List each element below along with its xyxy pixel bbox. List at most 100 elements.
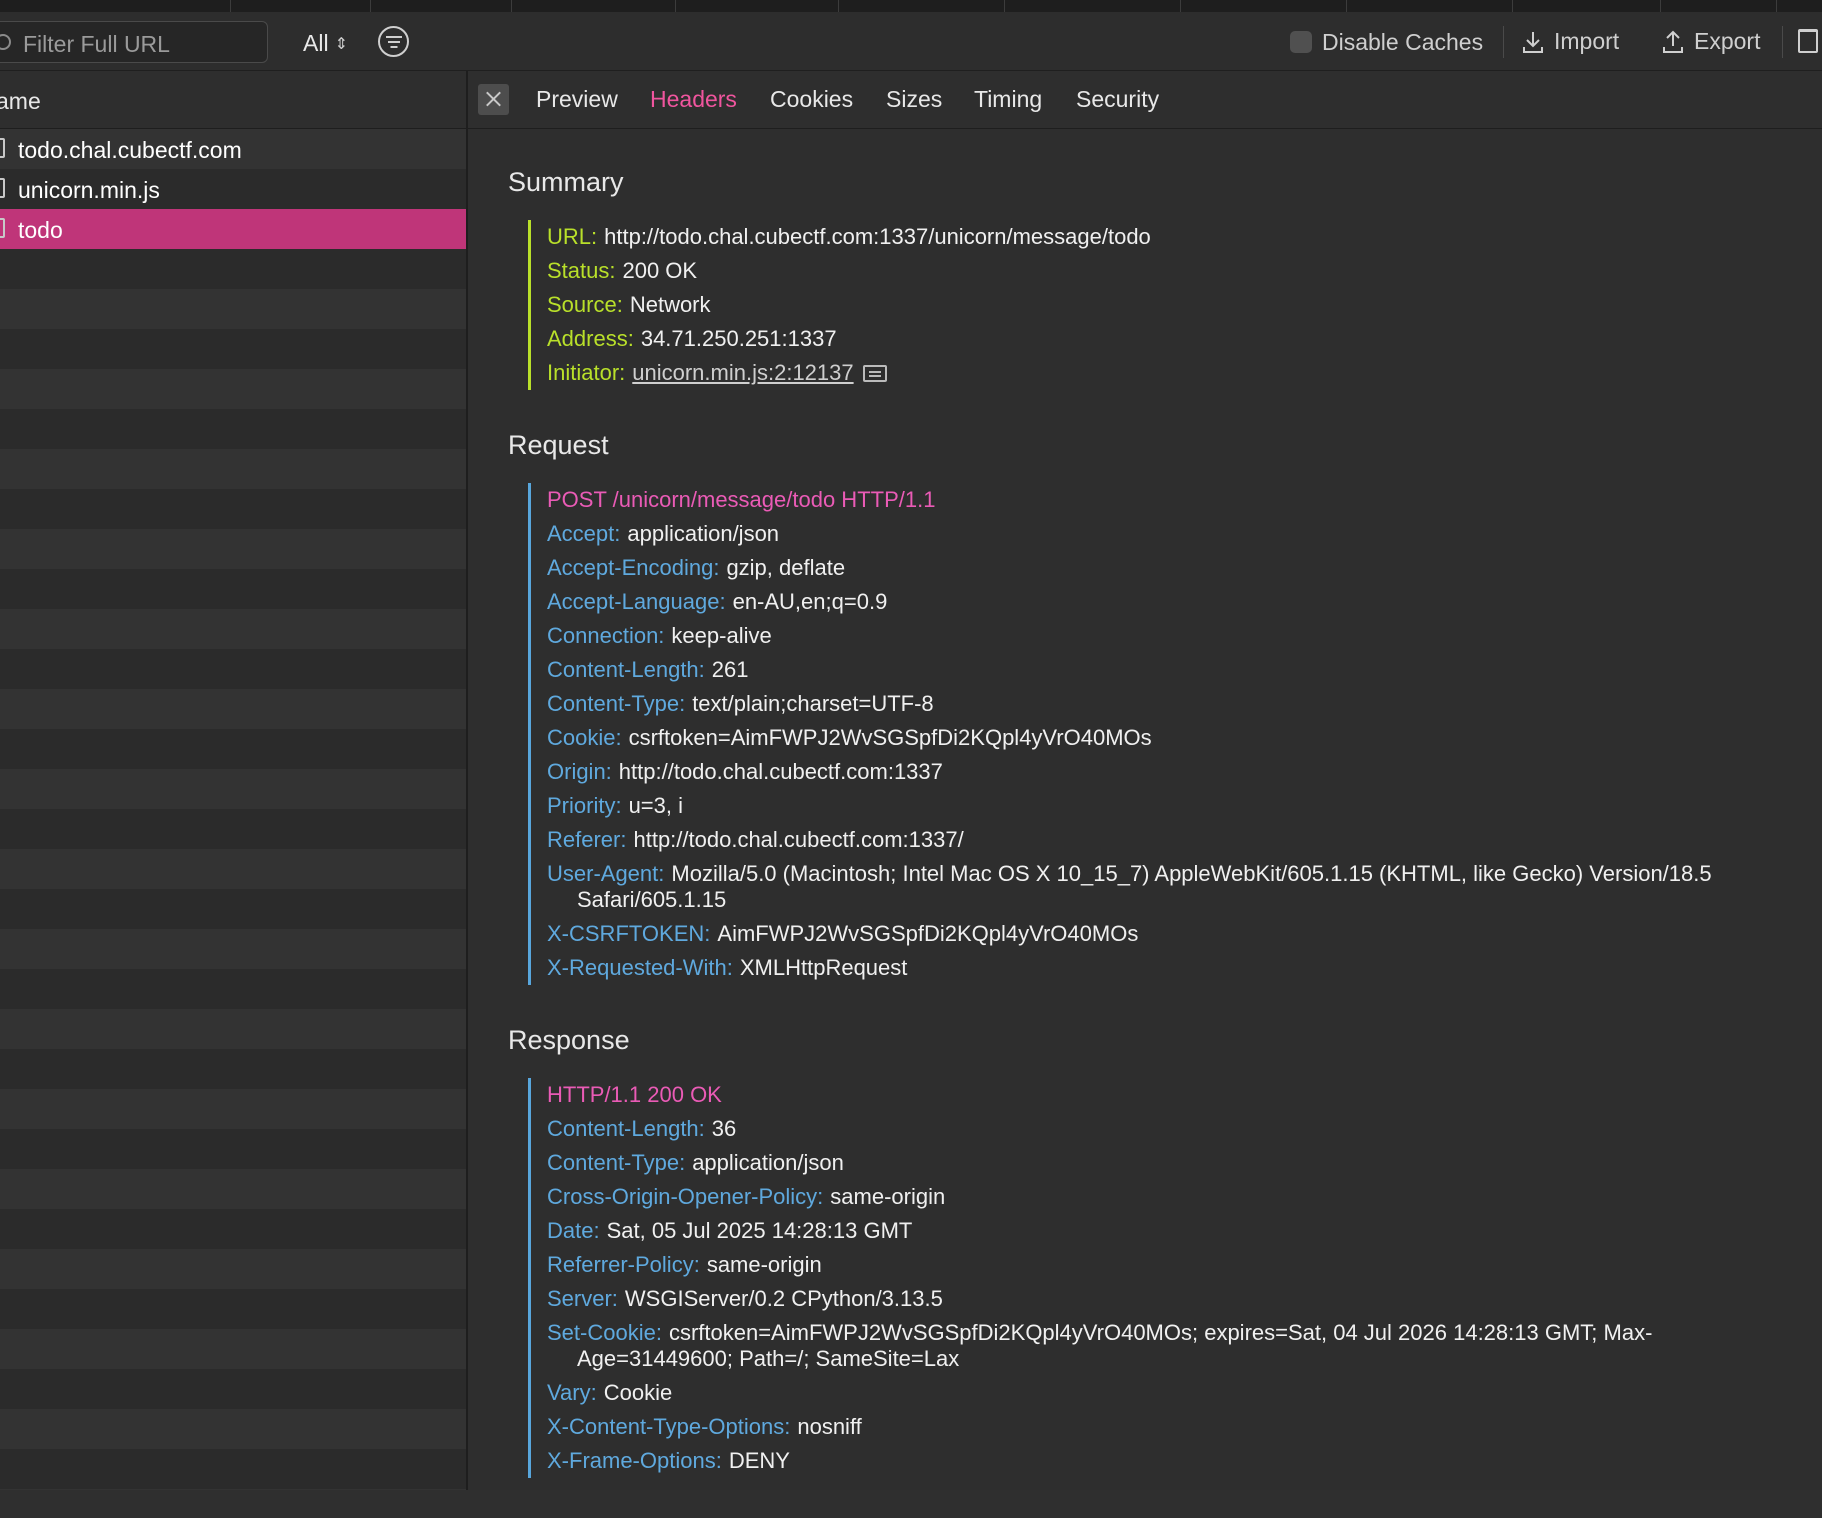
request-name: todo <box>18 217 63 243</box>
summary-value: http://todo.chal.cubectf.com:1337/unicor… <box>604 224 1151 249</box>
filter-search-icon <box>0 34 11 50</box>
header-row: Accept-Encoding: gzip, deflate <box>547 551 1808 585</box>
header-value: u=3, i <box>628 793 683 818</box>
header-value: same-origin <box>706 1252 822 1277</box>
section-title[interactable]: Request <box>508 430 1808 461</box>
header-value: gzip, deflate <box>726 555 846 580</box>
filter-placeholder: Filter Full URL <box>23 31 170 57</box>
toolbar-divider <box>1503 26 1504 58</box>
trash-icon[interactable] <box>1798 29 1818 53</box>
header-value: keep-alive <box>671 623 772 648</box>
import-icon <box>1523 31 1543 53</box>
file-icon <box>0 138 5 158</box>
empty-row <box>0 329 466 369</box>
request-row[interactable]: unicorn.min.js <box>0 169 466 209</box>
headers-content: Summary URL: http://todo.chal.cubectf.com… <box>508 167 1808 1518</box>
summary-source: Source: Network <box>547 288 1808 322</box>
header-row: X-CSRFTOKEN: AimFWPJ2WvSGSpfDi2KQpl4yVrO4… <box>547 917 1808 951</box>
header-row: X-Content-Type-Options: nosniff <box>547 1410 1808 1444</box>
chevron-updown-icon: ⇕ <box>334 36 348 53</box>
empty-row <box>0 1369 466 1409</box>
header-row: Cookie: csrftoken=AimFWPJ2WvSGSpfDi2KQpl4… <box>547 721 1808 755</box>
header-value: AimFWPJ2WvSGSpfDi2KQpl4yVrO40MOs <box>717 921 1139 946</box>
header-row: Content-Type: text/plain;charset=UTF-8 <box>547 687 1808 721</box>
import-label: Import <box>1554 28 1620 54</box>
tab-sizes[interactable]: Sizes <box>886 86 942 113</box>
close-icon[interactable] <box>478 84 509 115</box>
section-title[interactable]: Summary <box>508 167 1808 198</box>
empty-row <box>0 489 466 529</box>
header-row: Priority: u=3, i <box>547 789 1808 823</box>
name-column-label: ame <box>0 88 41 114</box>
import-button[interactable]: Import <box>1522 28 1619 55</box>
empty-row <box>0 729 466 769</box>
summary-block: URL: http://todo.chal.cubectf.com:1337/un… <box>528 220 1808 390</box>
header-key: X-Frame-Options: <box>547 1448 722 1473</box>
request-headers-block: POST /unicorn/message/todo HTTP/1.1 Acce… <box>528 483 1808 985</box>
summary-key: Status: <box>547 258 616 283</box>
tab-cookies[interactable]: Cookies <box>770 86 853 113</box>
response-status-line: HTTP/1.1 200 OK <box>547 1082 722 1107</box>
header-value: nosniff <box>797 1414 862 1439</box>
detail-tab-bar: Preview Headers Cookies Sizes Timing Sec… <box>468 71 1822 129</box>
header-key: Server: <box>547 1286 618 1311</box>
summary-value: 34.71.250.251:1337 <box>640 326 837 351</box>
disable-caches-label[interactable]: Disable Caches <box>1322 29 1483 56</box>
header-row: X-Frame-Options: DENY <box>547 1444 1808 1478</box>
empty-row <box>0 1289 466 1329</box>
header-row: Cross-Origin-Opener-Policy: same-origin <box>547 1180 1808 1214</box>
header-key: X-CSRFTOKEN: <box>547 921 711 946</box>
header-key: Date: <box>547 1218 600 1243</box>
section-title[interactable]: Response <box>508 1025 1808 1056</box>
filter-url-input[interactable]: Filter Full URL <box>0 21 268 63</box>
disable-caches-checkbox[interactable] <box>1290 31 1312 53</box>
header-row: Accept: application/json <box>547 517 1808 551</box>
type-filter-value: All <box>303 30 329 56</box>
header-key: Cookie: <box>547 725 622 750</box>
empty-row <box>0 1329 466 1369</box>
header-row: X-Requested-With: XMLHttpRequest <box>547 951 1808 985</box>
request-line: POST /unicorn/message/todo HTTP/1.1 <box>547 487 936 512</box>
header-value: text/plain;charset=UTF-8 <box>692 691 934 716</box>
header-value: en-AU,en;q=0.9 <box>732 589 888 614</box>
header-key: Priority: <box>547 793 622 818</box>
summary-key: Address: <box>547 326 634 351</box>
source-icon[interactable] <box>862 365 887 382</box>
summary-key: Source: <box>547 292 623 317</box>
empty-row <box>0 1449 466 1489</box>
tab-security[interactable]: Security <box>1076 86 1159 113</box>
header-row: User-Agent: Mozilla/5.0 (Macintosh; Intel… <box>547 857 1808 917</box>
empty-row <box>0 1209 466 1249</box>
empty-row <box>0 649 466 689</box>
header-key: Accept-Encoding: <box>547 555 720 580</box>
empty-row <box>0 569 466 609</box>
header-row: Vary: Cookie <box>547 1376 1808 1410</box>
empty-row <box>0 1409 466 1449</box>
request-name: unicorn.min.js <box>18 177 160 203</box>
header-key: Origin: <box>547 759 612 784</box>
tab-timing[interactable]: Timing <box>974 86 1042 113</box>
filter-icon[interactable] <box>378 26 409 57</box>
header-value: DENY <box>728 1448 790 1473</box>
header-key: X-Content-Type-Options: <box>547 1414 791 1439</box>
request-row[interactable]: todo.chal.cubectf.com <box>0 129 466 169</box>
export-button[interactable]: Export <box>1662 28 1760 55</box>
request-name: todo.chal.cubectf.com <box>18 137 242 163</box>
header-value: Cookie <box>603 1380 673 1405</box>
empty-row <box>0 449 466 489</box>
header-value: http://todo.chal.cubectf.com:1337 <box>618 759 943 784</box>
tab-headers[interactable]: Headers <box>650 86 737 113</box>
type-filter-select[interactable]: All ⇕ <box>303 30 348 57</box>
summary-value: Network <box>629 292 711 317</box>
header-row: Referrer-Policy: same-origin <box>547 1248 1808 1282</box>
header-value: 36 <box>711 1116 737 1141</box>
summary-initiator: Initiator: unicorn.min.js:2:12137 <box>547 356 1808 390</box>
tab-preview[interactable]: Preview <box>536 86 618 113</box>
request-row-selected[interactable]: todo <box>0 209 466 249</box>
empty-row <box>0 689 466 729</box>
header-key: Accept-Language: <box>547 589 726 614</box>
initiator-link[interactable]: unicorn.min.js:2:12137 <box>632 360 853 385</box>
header-value: application/json <box>627 521 780 546</box>
name-column-header[interactable]: ame <box>0 71 466 129</box>
header-row: Accept-Language: en-AU,en;q=0.9 <box>547 585 1808 619</box>
